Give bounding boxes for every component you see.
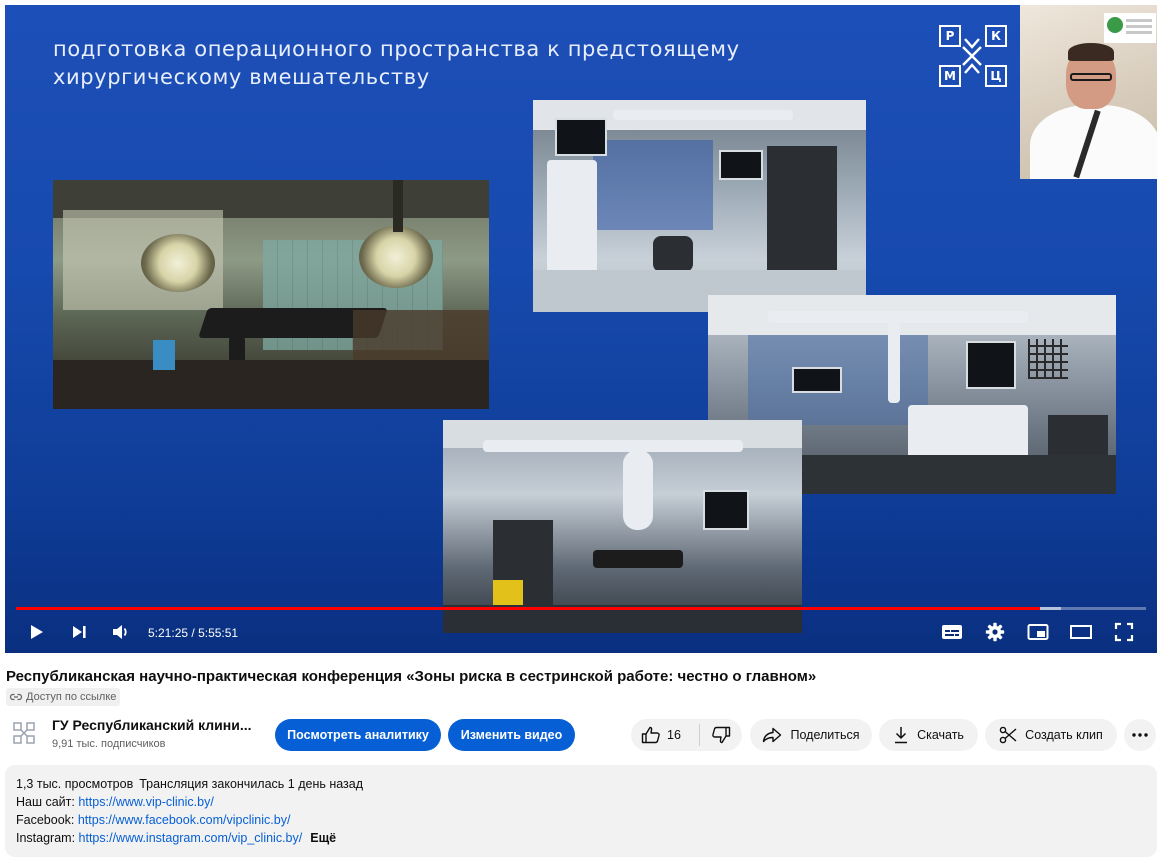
logo-cross-icon [962, 38, 982, 74]
next-button[interactable] [66, 619, 92, 645]
volume-icon [113, 625, 127, 639]
channel-avatar[interactable] [12, 721, 36, 745]
instagram-label: Instagram: [16, 831, 79, 845]
view-analytics-button[interactable]: Посмотреть аналитику [275, 719, 441, 751]
stream-status: Трансляция закончилась 1 день назад [139, 777, 364, 791]
slide-photo-modern-operating-room-1 [533, 100, 866, 312]
share-button[interactable]: Поделиться [750, 719, 872, 751]
scissors-icon [999, 726, 1017, 744]
fullscreen-button[interactable] [1111, 619, 1137, 645]
subtitles-icon [942, 625, 962, 639]
slide-photo-modern-operating-room-3 [443, 420, 802, 633]
download-icon [895, 727, 908, 744]
create-clip-label: Создать клип [1025, 728, 1103, 742]
description-line-instagram: Instagram: https://www.instagram.com/vip… [16, 829, 1146, 847]
video-title: Республиканская научно-практическая конф… [6, 668, 817, 685]
player-controls: 5:21:25 / 5:55:51 [5, 609, 1157, 653]
time-display: 5:21:25 / 5:55:51 [148, 626, 238, 640]
download-label: Скачать [917, 728, 964, 742]
slide-title: подготовка операционного пространства к … [53, 35, 813, 91]
miniplayer-button[interactable] [1025, 619, 1051, 645]
volume-button[interactable] [108, 619, 134, 645]
more-actions-button[interactable] [1124, 719, 1156, 751]
subscriber-count: 9,91 тыс. подписчиков [52, 738, 166, 750]
slide-photo-old-operating-room [53, 180, 489, 409]
slide-title-line-2: хирургическому вмешательству [53, 65, 430, 89]
time-total: 5:55:51 [198, 626, 239, 640]
description-line-site: Наш сайт: https://www.vip-clinic.by/ [16, 793, 1146, 811]
time-current: 5:21:25 [148, 626, 189, 640]
dislike-button[interactable] [700, 719, 742, 751]
play-icon [31, 625, 43, 639]
settings-button[interactable] [982, 619, 1008, 645]
description-box[interactable]: 1,3 тыс. просмотров Трансляция закончилас… [5, 765, 1157, 857]
site-label: Наш сайт: [16, 795, 79, 809]
fullscreen-icon [1114, 622, 1134, 642]
description-line-facebook: Facebook: https://www.facebook.com/vipcl… [16, 811, 1146, 829]
unlisted-badge: Доступ по ссылке [6, 688, 121, 706]
time-separator: / [188, 626, 199, 640]
view-count: 1,3 тыс. просмотров [16, 777, 134, 791]
thumbs-up-icon [641, 726, 660, 744]
rkmc-logo: Р К М Ц [935, 25, 1009, 87]
site-link[interactable]: https://www.vip-clinic.by/ [78, 795, 213, 809]
create-clip-button[interactable]: Создать клип [985, 719, 1117, 751]
edit-video-button[interactable]: Изменить видео [448, 719, 575, 751]
link-icon [10, 693, 22, 701]
share-label: Поделиться [790, 728, 860, 742]
facebook-label: Facebook: [16, 813, 78, 827]
gear-icon [985, 622, 1005, 642]
channel-logo-icon [13, 722, 35, 744]
channel-name[interactable]: ГУ Республиканский клини... [52, 717, 252, 733]
like-count: 16 [667, 728, 681, 742]
facebook-link[interactable]: https://www.facebook.com/vipclinic.by/ [78, 813, 291, 827]
like-dislike-group: 16 [631, 719, 742, 751]
like-button[interactable]: 16 [631, 719, 699, 751]
slide-title-line-1: подготовка операционного пространства к … [53, 37, 740, 61]
instagram-link[interactable]: https://www.instagram.com/vip_clinic.by/ [79, 831, 303, 845]
speaker-webcam [1020, 5, 1157, 179]
subtitles-button[interactable] [939, 619, 965, 645]
slide-frame: подготовка операционного пространства к … [5, 5, 1157, 653]
next-icon [73, 626, 86, 638]
description-meta: 1,3 тыс. просмотров Трансляция закончилас… [16, 775, 1146, 793]
theater-icon [1070, 625, 1092, 639]
unlisted-badge-label: Доступ по ссылке [26, 691, 117, 703]
theater-button[interactable] [1068, 619, 1094, 645]
more-horizontal-icon [1132, 733, 1148, 737]
play-button[interactable] [23, 619, 49, 645]
show-more-button[interactable]: Ещё [310, 831, 336, 845]
video-player[interactable]: подготовка операционного пространства к … [5, 5, 1157, 653]
miniplayer-icon [1027, 624, 1049, 640]
thumbs-down-icon [712, 726, 731, 744]
download-button[interactable]: Скачать [879, 719, 978, 751]
share-icon [763, 727, 782, 743]
